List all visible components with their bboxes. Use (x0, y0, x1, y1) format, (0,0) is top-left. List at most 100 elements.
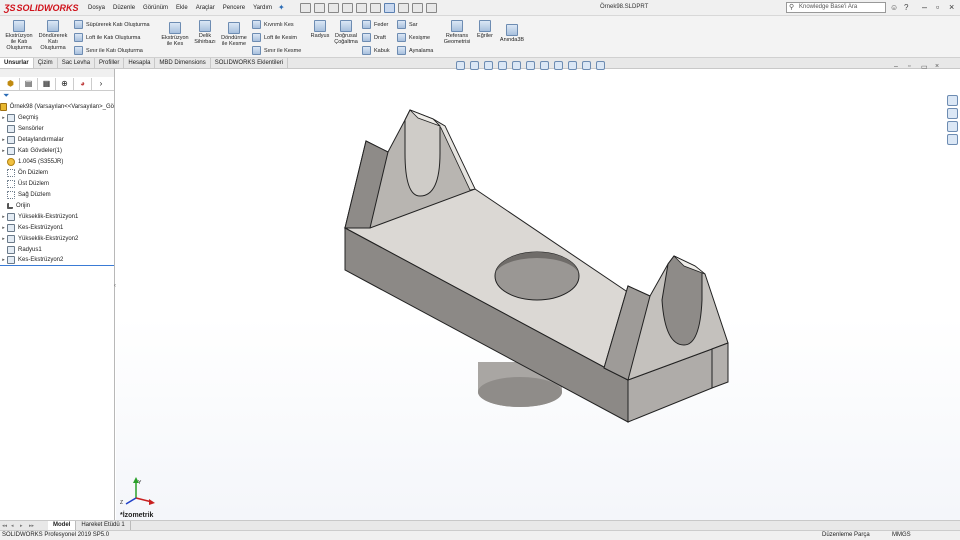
next-tab-icon[interactable]: ▸ (20, 523, 29, 529)
file-properties-icon[interactable] (412, 3, 423, 13)
extrude-boss-button[interactable]: Ekstrüzyon ile Katı Oluşturma (4, 20, 34, 51)
expand-arrow-icon[interactable]: ▸ (0, 214, 7, 220)
loft-cut-button[interactable]: Loft ile Kesim (252, 33, 297, 42)
first-tab-icon[interactable]: ◂◂ (2, 523, 11, 529)
shell-button[interactable]: Kabuk (362, 46, 390, 55)
appearances-icon[interactable] (947, 134, 958, 145)
expand-arrow-icon[interactable]: ▸ (0, 115, 7, 121)
tree-item[interactable]: ▸ Katı Gövdeler(1) (0, 145, 114, 156)
user-icon[interactable]: ☺ (890, 3, 898, 12)
boundary-cut-button[interactable]: Sınır ile Kesme (252, 46, 301, 55)
search-input[interactable]: Knowledge Base'i Ara (786, 2, 886, 13)
tree-item[interactable]: Üst Düzlem (0, 178, 114, 189)
menu-dosya[interactable]: Dosya (84, 5, 109, 11)
previous-tab-icon[interactable]: ◂ (11, 523, 20, 529)
tree-item[interactable]: 1.0045 (S355JR) (0, 156, 114, 167)
dimxpert-tab-icon[interactable]: ⊕ (56, 77, 74, 90)
pin-icon[interactable]: ✦ (278, 3, 285, 12)
menu-ekle[interactable]: Ekle (172, 5, 192, 11)
tab-hesapla[interactable]: Hesapla (124, 58, 156, 68)
expand-arrow-icon[interactable]: ▸ (0, 225, 7, 231)
sweep-boss-button[interactable]: Süpürerek Katı Oluşturma (74, 20, 150, 29)
loft-boss-button[interactable]: Loft ile Katı Oluşturma (74, 33, 140, 42)
tab-cizim[interactable]: Çizim (34, 58, 58, 68)
zoom-to-area-icon[interactable] (470, 61, 479, 70)
tree-item[interactable]: Örnek98 (Varsayılan<<Varsayılan>_Gö (0, 101, 114, 112)
design-library-icon[interactable] (947, 108, 958, 119)
tab-profiller[interactable]: Profiller (95, 58, 125, 68)
viewport-close-icon[interactable]: × (935, 63, 939, 70)
expand-arrow-icon[interactable]: ▸ (0, 148, 7, 154)
new-document-icon[interactable] (314, 3, 325, 13)
expand-arrow-icon[interactable]: ▸ (0, 137, 7, 143)
apply-scene-icon[interactable] (582, 61, 591, 70)
menu-pencere[interactable]: Pencere (219, 5, 249, 11)
tab-sac-levha[interactable]: Sac Levha (58, 58, 96, 68)
revolve-boss-button[interactable]: Döndürerek Katı Oluşturma (36, 20, 70, 51)
curves-button[interactable]: Eğriler (474, 20, 496, 39)
tab-model[interactable]: Model (48, 521, 77, 530)
file-explorer-icon[interactable] (947, 121, 958, 132)
tab-motion-study[interactable]: Hareket Etüdü 1 (76, 521, 131, 530)
expand-arrow-icon[interactable]: ▸ (0, 257, 7, 263)
view-settings-icon[interactable] (596, 61, 605, 70)
select-icon[interactable] (384, 3, 395, 13)
feature-manager-tab-icon[interactable]: ⬢ (2, 77, 20, 90)
minimize-icon[interactable]: – (922, 2, 927, 12)
rib-button[interactable]: Feder (362, 20, 388, 29)
viewport-minimize-icon[interactable]: – (894, 63, 898, 70)
unit-system-selector[interactable]: MMGS (892, 531, 911, 540)
tree-item[interactable]: Radyus1 (0, 244, 114, 255)
help-icon[interactable]: ? (904, 3, 908, 12)
last-tab-icon[interactable]: ▸▸ (29, 523, 38, 529)
zoom-to-fit-icon[interactable] (456, 61, 465, 70)
wrap-button[interactable]: Sar (397, 20, 418, 29)
filter-icon[interactable]: ⏷ (0, 91, 114, 101)
undo-icon[interactable] (370, 3, 381, 13)
tree-item[interactable]: ▸ Geçmiş (0, 112, 114, 123)
instant3d-button[interactable]: Anında3B (498, 24, 526, 43)
tree-item[interactable]: ▸ Yükseklik-Ekstrüzyon1 (0, 211, 114, 222)
menu-yardim[interactable]: Yardım (249, 5, 276, 11)
property-manager-tab-icon[interactable]: ▤ (20, 77, 38, 90)
tab-mbd-dimensions[interactable]: MBD Dimensions (155, 58, 211, 68)
section-view-icon[interactable] (498, 61, 507, 70)
hide-show-items-icon[interactable] (554, 61, 563, 70)
tree-item[interactable]: ▸ Kes-Ekstrüzyon1 (0, 222, 114, 233)
boundary-boss-button[interactable]: Sınır ile Katı Oluşturma (74, 46, 143, 55)
solidworks-logo[interactable]: ƷS SOLIDWORKS (0, 3, 84, 13)
tree-item[interactable]: Ön Düzlem (0, 167, 114, 178)
viewport-tile-icon[interactable]: ▭ (921, 63, 928, 71)
tree-item[interactable]: ▸ Yükseklik-Ekstrüzyon2 (0, 233, 114, 244)
tree-item[interactable]: ▸ Detaylandırmalar (0, 134, 114, 145)
fillet-button[interactable]: Radyus (308, 20, 332, 39)
previous-view-icon[interactable] (484, 61, 493, 70)
chevron-right-icon[interactable]: › (92, 78, 110, 90)
mirror-button[interactable]: Aynalama (397, 46, 433, 55)
draft-button[interactable]: Draft (362, 33, 386, 42)
viewport-restore-icon[interactable]: ▫ (908, 63, 910, 70)
rebuild-icon[interactable] (398, 3, 409, 13)
print-icon[interactable] (356, 3, 367, 13)
restore-icon[interactable]: ▫ (936, 2, 939, 12)
tree-item[interactable]: Sağ Düzlem (0, 189, 114, 200)
solidworks-resources-icon[interactable] (947, 95, 958, 106)
tree-item[interactable]: Orijin (0, 200, 114, 211)
linear-pattern-button[interactable]: Doğrusal Çoğaltma (332, 20, 360, 45)
menu-duzenle[interactable]: Düzenle (109, 5, 139, 11)
intersect-button[interactable]: Kesişme (397, 33, 430, 42)
tab-unsurlar[interactable]: Unsurlar (0, 58, 34, 68)
display-style-icon[interactable] (540, 61, 549, 70)
revolve-cut-button[interactable]: Döndürme ile Kesme (219, 22, 249, 47)
configuration-manager-tab-icon[interactable]: ▦ (38, 77, 56, 90)
view-orientation-icon[interactable] (526, 61, 535, 70)
tree-item[interactable]: Sensörler (0, 123, 114, 134)
menu-gorunum[interactable]: Görünüm (139, 5, 172, 11)
edit-appearance-icon[interactable] (568, 61, 577, 70)
close-icon[interactable]: × (949, 2, 954, 12)
hole-wizard-button[interactable]: Delik Sihirbazı (192, 20, 218, 45)
part-model[interactable] (116, 69, 960, 520)
graphics-area[interactable] (116, 69, 960, 520)
extrude-cut-button[interactable]: Ekstrüzyon ile Kes (158, 22, 192, 47)
dynamic-annotation-icon[interactable] (512, 61, 521, 70)
